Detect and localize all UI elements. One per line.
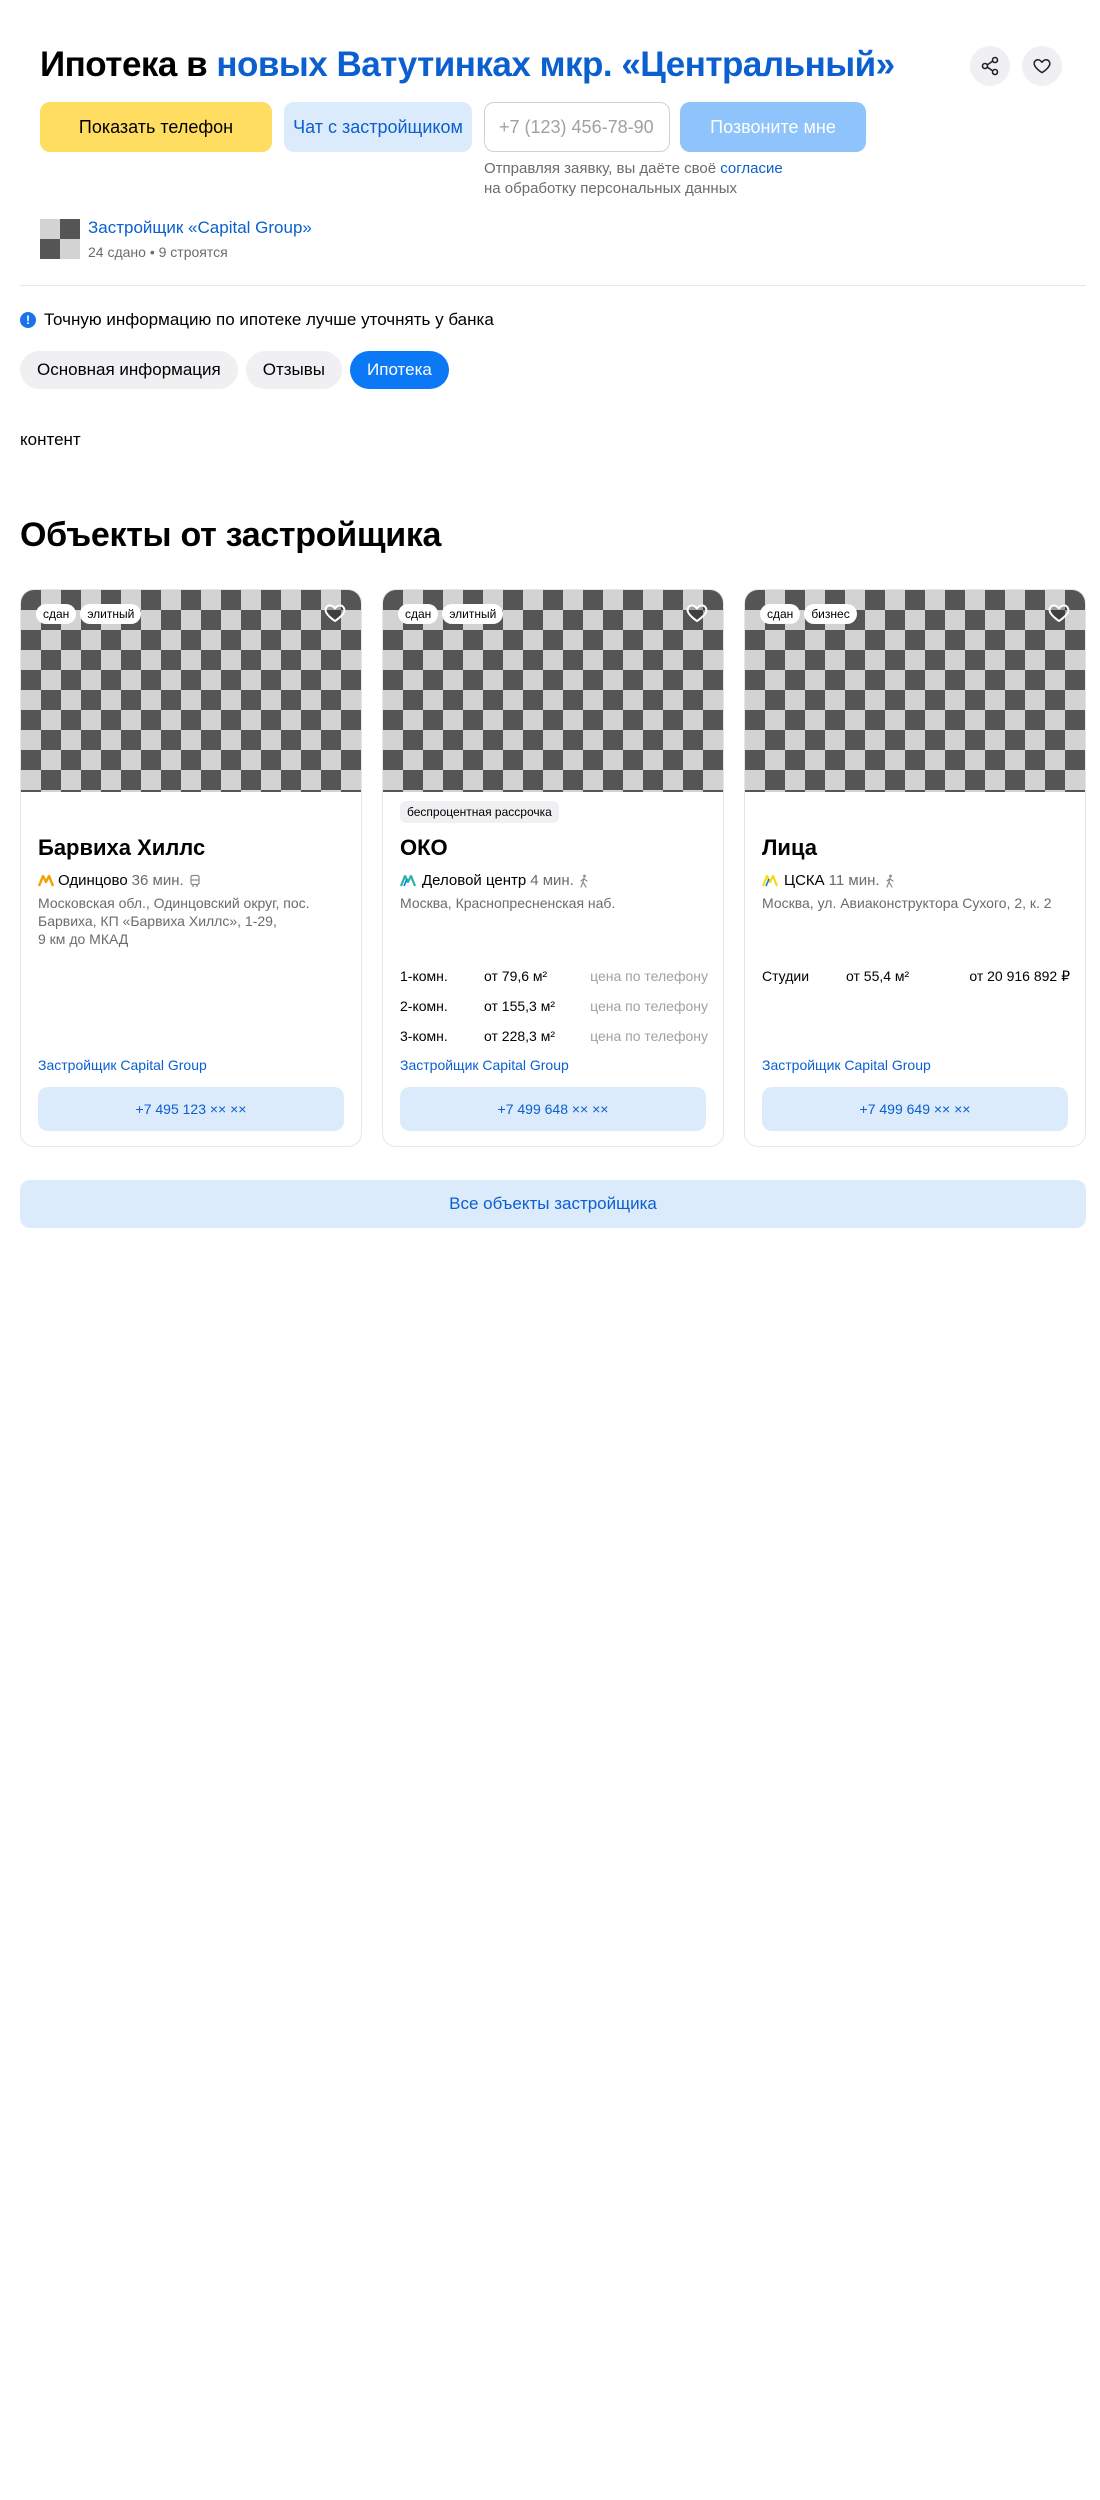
travel-time: 4 мин. xyxy=(530,872,574,889)
area: от 55,4 м² xyxy=(846,968,910,984)
mortgage-notice: ! Точную информацию по ипотеке лучше уто… xyxy=(20,310,494,330)
bus-icon xyxy=(190,874,200,887)
metro-icon xyxy=(400,874,417,886)
tab-reviews[interactable]: Отзывы xyxy=(245,351,343,389)
object-address: Московская обл., Одинцовский округ, пос.… xyxy=(38,894,350,948)
object-name[interactable]: ОКО xyxy=(400,835,448,861)
price-row: 1-комн. от 79,6 м² цена по телефону xyxy=(400,968,708,984)
address-text: Москва, ул. Авиаконструктора Сухого, 2, … xyxy=(762,895,1052,911)
title-location-link[interactable]: новых Ватутинках мкр. «Центральный» xyxy=(216,45,895,84)
card-developer-link[interactable]: Застройщик Capital Group xyxy=(762,1057,931,1073)
share-icon xyxy=(981,56,999,76)
heart-icon[interactable] xyxy=(685,601,709,625)
address-text: Московская обл., Одинцовский округ, пос.… xyxy=(38,895,310,929)
notice-text: Точную информацию по ипотеке лучше уточн… xyxy=(44,310,494,329)
promo-badge: беспроцентная рассрочка xyxy=(400,801,559,823)
address-distance: 9 км до МКАД xyxy=(38,931,129,947)
price: от 20 916 892 ₽ xyxy=(969,968,1070,984)
metro-station: Одинцово xyxy=(58,872,128,889)
consent-link[interactable]: согласие xyxy=(720,160,782,177)
heart-icon xyxy=(1033,59,1051,74)
developer-stats: 24 сдано • 9 строятся xyxy=(88,244,228,260)
consent-before: Отправляя заявку, вы даёте своё xyxy=(484,160,721,177)
section-title: Объекты от застройщика xyxy=(20,516,442,554)
heart-icon[interactable] xyxy=(323,601,347,625)
travel-time: 36 мин. xyxy=(131,872,184,889)
heart-icon[interactable] xyxy=(1047,601,1071,625)
class-badge: бизнес xyxy=(804,604,857,624)
object-card[interactable]: сдан элитный Барвиха Хиллс Одинцово 36 м… xyxy=(20,589,362,1147)
info-icon: ! xyxy=(20,312,36,328)
metro-info: Деловой центр 4 мин. xyxy=(400,872,590,889)
card-phone-button[interactable]: +7 499 648 ×× ×× xyxy=(400,1087,706,1131)
developer-logo xyxy=(40,219,80,259)
phone-input[interactable] xyxy=(484,102,670,152)
tab-main-info[interactable]: Основная информация xyxy=(20,351,238,389)
call-me-button[interactable]: Позвоните мне xyxy=(680,102,866,152)
badges: сдан элитный xyxy=(36,604,142,624)
price: цена по телефону xyxy=(590,998,708,1014)
price-row: 2-комн. от 155,3 м² цена по телефону xyxy=(400,998,708,1014)
metro-station: Деловой центр xyxy=(422,872,527,889)
metro-station: ЦСКА xyxy=(784,872,825,889)
price: цена по телефону xyxy=(590,968,708,984)
developer-name-link[interactable]: Застройщик «Capital Group» xyxy=(88,218,312,238)
title-prefix: Ипотека в xyxy=(40,45,217,84)
status-badge: сдан xyxy=(36,604,77,624)
room-type: 2-комн. xyxy=(400,998,448,1014)
badges: сдан бизнес xyxy=(760,604,857,624)
price: цена по телефону xyxy=(590,1028,708,1044)
status-badge: сдан xyxy=(398,604,439,624)
area: от 228,3 м² xyxy=(484,1028,555,1044)
consent-after: на обработку персональных данных xyxy=(484,180,737,197)
class-badge: элитный xyxy=(442,604,504,624)
card-phone-button[interactable]: +7 495 123 ×× ×× xyxy=(38,1087,344,1131)
tabs: Основная информация Отзывы Ипотека xyxy=(20,351,449,389)
metro-icon xyxy=(38,874,54,886)
consent-text: Отправляя заявку, вы даёте своё согласие… xyxy=(484,159,804,199)
favorite-button[interactable] xyxy=(1022,46,1062,86)
object-address: Москва, Краснопресненская наб. xyxy=(400,894,712,912)
metro-icon xyxy=(762,874,779,886)
page-title: Ипотека в новых Ватутинках мкр. «Централ… xyxy=(40,45,895,85)
card-developer-link[interactable]: Застройщик Capital Group xyxy=(38,1057,207,1073)
walk-icon xyxy=(580,874,588,888)
metro-info: Одинцово 36 мин. xyxy=(38,872,202,889)
show-phone-button[interactable]: Показать телефон xyxy=(40,102,272,152)
object-name[interactable]: Лица xyxy=(762,835,817,861)
object-card[interactable]: сдан элитный беспроцентная рассрочка ОКО… xyxy=(382,589,724,1147)
share-button[interactable] xyxy=(970,46,1010,86)
divider xyxy=(20,285,1086,286)
class-badge: элитный xyxy=(80,604,142,624)
object-card[interactable]: сдан бизнес Лица ЦСКА 11 мин. Москва, ул… xyxy=(744,589,1086,1147)
travel-time: 11 мин. xyxy=(828,872,880,889)
status-badge: сдан xyxy=(760,604,801,624)
room-type: Студии xyxy=(762,968,810,984)
metro-info: ЦСКА 11 мин. xyxy=(762,872,896,889)
object-name[interactable]: Барвиха Хиллс xyxy=(38,835,205,861)
price-row: Студии от 55,4 м² от 20 916 892 ₽ xyxy=(762,968,1070,985)
card-developer-link[interactable]: Застройщик Capital Group xyxy=(400,1057,569,1073)
all-objects-button[interactable]: Все объекты застройщика xyxy=(20,1180,1086,1228)
room-type: 3-комн. xyxy=(400,1028,448,1044)
room-type: 1-комн. xyxy=(400,968,448,984)
object-address: Москва, ул. Авиаконструктора Сухого, 2, … xyxy=(762,894,1074,912)
price-row: 3-комн. от 228,3 м² цена по телефону xyxy=(400,1028,708,1044)
area: от 79,6 м² xyxy=(484,968,548,984)
badges: сдан элитный xyxy=(398,604,504,624)
card-phone-button[interactable]: +7 499 649 ×× ×× xyxy=(762,1087,1068,1131)
tab-mortgage[interactable]: Ипотека xyxy=(350,351,449,389)
chat-with-developer-button[interactable]: Чат с застройщиком xyxy=(284,102,472,152)
walk-icon xyxy=(885,874,894,888)
address-text: Москва, Краснопресненская наб. xyxy=(400,895,616,911)
content-placeholder: контент xyxy=(20,430,81,449)
area: от 155,3 м² xyxy=(484,998,555,1014)
